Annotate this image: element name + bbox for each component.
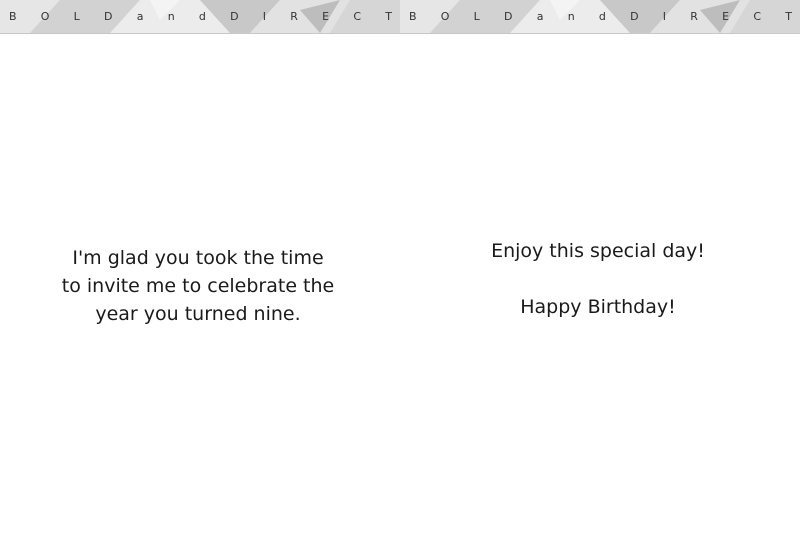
banner-letter: R	[290, 10, 298, 23]
banner-letter: I	[662, 10, 667, 23]
banner-letter: L	[473, 10, 480, 23]
banner-letter: D	[630, 10, 639, 23]
banner-letter: O	[40, 10, 50, 23]
banner-letter: E	[322, 10, 330, 23]
banner-letter: E	[722, 10, 730, 23]
banner-letter: R	[690, 10, 698, 23]
banner-letter: T	[785, 10, 792, 23]
banner-text-left: B O L D a n d D I R E C T	[0, 0, 400, 33]
banner-letter: D	[504, 10, 513, 23]
banner-letter: T	[385, 10, 392, 23]
banner-letter: C	[353, 10, 361, 23]
banner-letter: d	[198, 10, 206, 23]
right-message: Enjoy this special day! Happy Birthday!	[430, 237, 766, 321]
right-message-spacer	[430, 265, 766, 293]
banner-letter: a	[136, 10, 144, 23]
banner-letter: a	[536, 10, 544, 23]
banner-letter: d	[598, 10, 606, 23]
left-message-line: I'm glad you took the time	[72, 247, 324, 269]
banner-letter: D	[230, 10, 239, 23]
banner-letter: n	[167, 10, 175, 23]
banner-right: B O L D a n d D I R E C T	[400, 0, 800, 34]
banner-text-right: B O L D a n d D I R E C T	[400, 0, 800, 33]
banner-letter: C	[753, 10, 761, 23]
banner-letter: I	[262, 10, 267, 23]
left-message-line: to invite me to celebrate the	[61, 275, 335, 297]
banner-letter: B	[9, 10, 17, 23]
right-message-greeting: Enjoy this special day!	[491, 240, 705, 262]
card-page: B O L D a n d D I R E C T B O L D a n d …	[0, 0, 800, 560]
left-message: I'm glad you took the time to invite me …	[30, 244, 366, 328]
banner-left: B O L D a n d D I R E C T	[0, 0, 400, 34]
banner-letter: O	[440, 10, 450, 23]
banner-letter: B	[409, 10, 417, 23]
left-message-line: year you turned nine.	[95, 303, 301, 325]
banner-letter: D	[104, 10, 113, 23]
banner-letter: n	[567, 10, 575, 23]
banner-letter: L	[73, 10, 80, 23]
right-message-birthday: Happy Birthday!	[520, 296, 676, 318]
